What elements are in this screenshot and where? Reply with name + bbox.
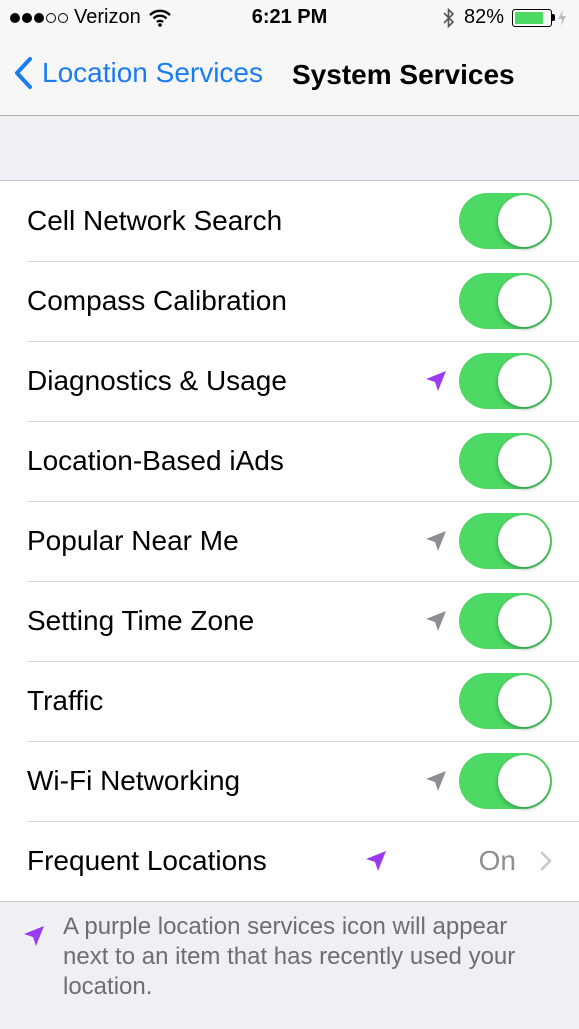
battery-icon bbox=[512, 8, 567, 27]
navigation-bar: Location Services System Services bbox=[0, 38, 579, 116]
bluetooth-icon bbox=[443, 7, 455, 28]
toggle-knob bbox=[498, 275, 550, 327]
toggle-switch[interactable] bbox=[459, 353, 552, 409]
status-bar: Verizon 6:21 PM 82% bbox=[0, 0, 579, 38]
location-arrow-icon bbox=[24, 926, 44, 946]
battery-percent: 82% bbox=[463, 6, 504, 28]
frequent-locations-row[interactable]: Frequent Locations On bbox=[0, 821, 579, 901]
frequent-locations-value: On bbox=[478, 845, 516, 876]
toggle-switch[interactable] bbox=[459, 673, 552, 729]
list-item: Location-Based iAds bbox=[0, 421, 579, 501]
list-item-label: Setting Time Zone bbox=[27, 605, 255, 636]
battery-tip bbox=[552, 14, 555, 21]
list-item: Traffic bbox=[0, 661, 579, 741]
list-item: Wi-Fi Networking bbox=[0, 741, 579, 821]
list-item: Diagnostics & Usage bbox=[0, 341, 579, 421]
list-item-label: Traffic bbox=[27, 685, 104, 716]
toggle-switch[interactable] bbox=[459, 193, 552, 249]
battery-body bbox=[512, 8, 552, 27]
back-button-label: Location Services bbox=[42, 57, 264, 88]
list-item-label: Location-Based iAds bbox=[27, 445, 284, 476]
back-button[interactable]: Location Services bbox=[12, 56, 263, 90]
battery-fill bbox=[515, 11, 543, 24]
list-item: Setting Time Zone bbox=[0, 581, 579, 661]
toggle-knob bbox=[498, 355, 550, 407]
location-arrow-icon bbox=[426, 611, 446, 631]
charging-icon bbox=[558, 9, 566, 26]
list-item-label: Diagnostics & Usage bbox=[27, 365, 287, 396]
list-item-label: Popular Near Me bbox=[27, 525, 239, 556]
toggle-switch[interactable] bbox=[459, 753, 552, 809]
toggle-switch[interactable] bbox=[459, 593, 552, 649]
location-arrow-icon bbox=[426, 531, 446, 551]
location-arrow-icon bbox=[426, 371, 446, 391]
list-item: Cell Network Search bbox=[0, 181, 579, 261]
page-title: System Services bbox=[292, 59, 515, 90]
purple-icon-note-text: A purple location services icon will app… bbox=[63, 913, 516, 1000]
purple-icon-note: A purple location services icon will app… bbox=[0, 912, 579, 1002]
list-item-label: Compass Calibration bbox=[27, 285, 287, 316]
toggle-knob bbox=[498, 755, 550, 807]
footer-legend: A purple location services icon will app… bbox=[0, 912, 579, 1002]
toggle-knob bbox=[498, 595, 550, 647]
chevron-right-icon bbox=[540, 851, 552, 871]
location-arrow-icon bbox=[426, 771, 446, 791]
system-services-list: Cell Network Search Compass Calibration … bbox=[0, 180, 579, 902]
toggle-switch[interactable] bbox=[459, 273, 552, 329]
location-arrow-icon bbox=[366, 851, 386, 871]
chevron-left-icon bbox=[15, 57, 32, 89]
toggle-switch[interactable] bbox=[459, 513, 552, 569]
toggle-knob bbox=[498, 195, 550, 247]
frequent-locations-label: Frequent Locations bbox=[27, 845, 267, 876]
toggle-knob bbox=[498, 515, 550, 567]
toggle-switch[interactable] bbox=[459, 433, 552, 489]
toggle-knob bbox=[498, 435, 550, 487]
list-item: Compass Calibration bbox=[0, 261, 579, 341]
list-item-label: Wi-Fi Networking bbox=[27, 765, 241, 796]
list-item-label: Cell Network Search bbox=[27, 205, 283, 236]
toggle-knob bbox=[498, 675, 550, 727]
list-item: Popular Near Me bbox=[0, 501, 579, 581]
status-right: 82% bbox=[442, 6, 567, 29]
